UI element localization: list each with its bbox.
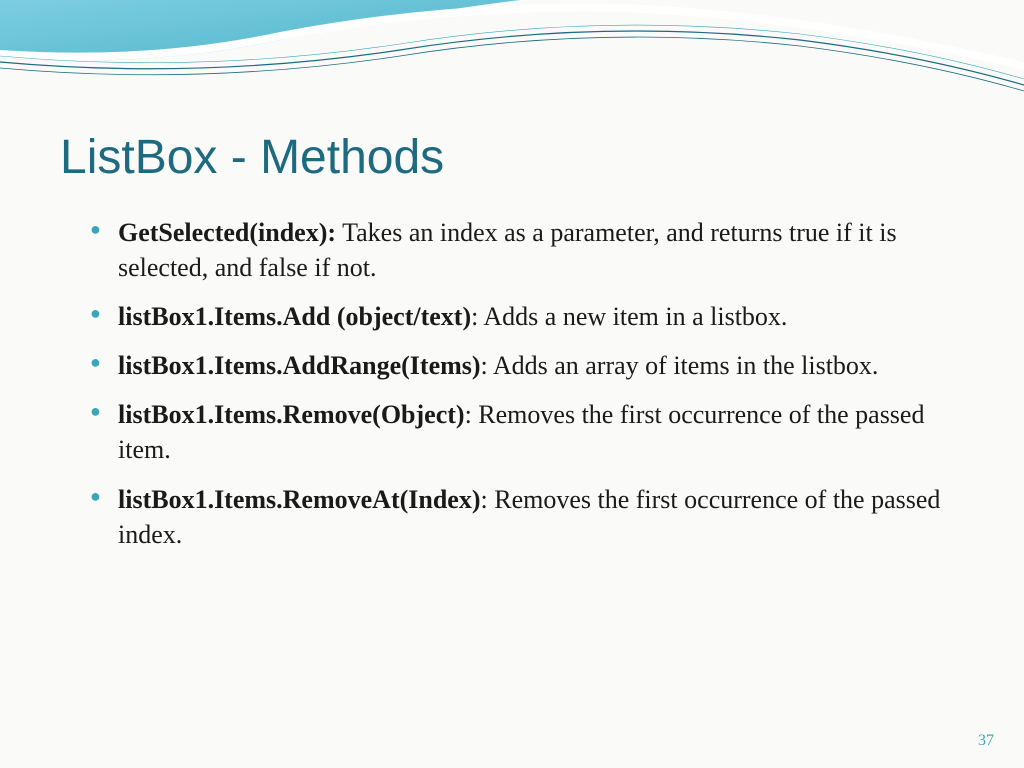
slide-title: ListBox - Methods: [60, 130, 964, 185]
list-item: listBox1.Items.Add (object/text): Adds a…: [90, 299, 964, 334]
list-item: listBox1.Items.AddRange(Items): Adds an …: [90, 348, 964, 383]
list-item: listBox1.Items.Remove(Object): Removes t…: [90, 397, 964, 467]
method-description: : Adds a new item in a listbox.: [471, 302, 787, 331]
method-name: listBox1.Items.AddRange(Items): [118, 351, 481, 380]
page-number: 37: [978, 732, 994, 750]
method-name: listBox1.Items.Add (object/text): [118, 302, 471, 331]
method-name: listBox1.Items.RemoveAt(Index): [118, 485, 481, 514]
bullet-list: GetSelected(index): Takes an index as a …: [60, 215, 964, 552]
list-item: listBox1.Items.RemoveAt(Index): Removes …: [90, 482, 964, 552]
method-name: GetSelected(index):: [118, 218, 336, 247]
method-description: : Adds an array of items in the listbox.: [481, 351, 879, 380]
method-name: listBox1.Items.Remove(Object): [118, 400, 465, 429]
list-item: GetSelected(index): Takes an index as a …: [90, 215, 964, 285]
slide-content: ListBox - Methods GetSelected(index): Ta…: [0, 0, 1024, 552]
